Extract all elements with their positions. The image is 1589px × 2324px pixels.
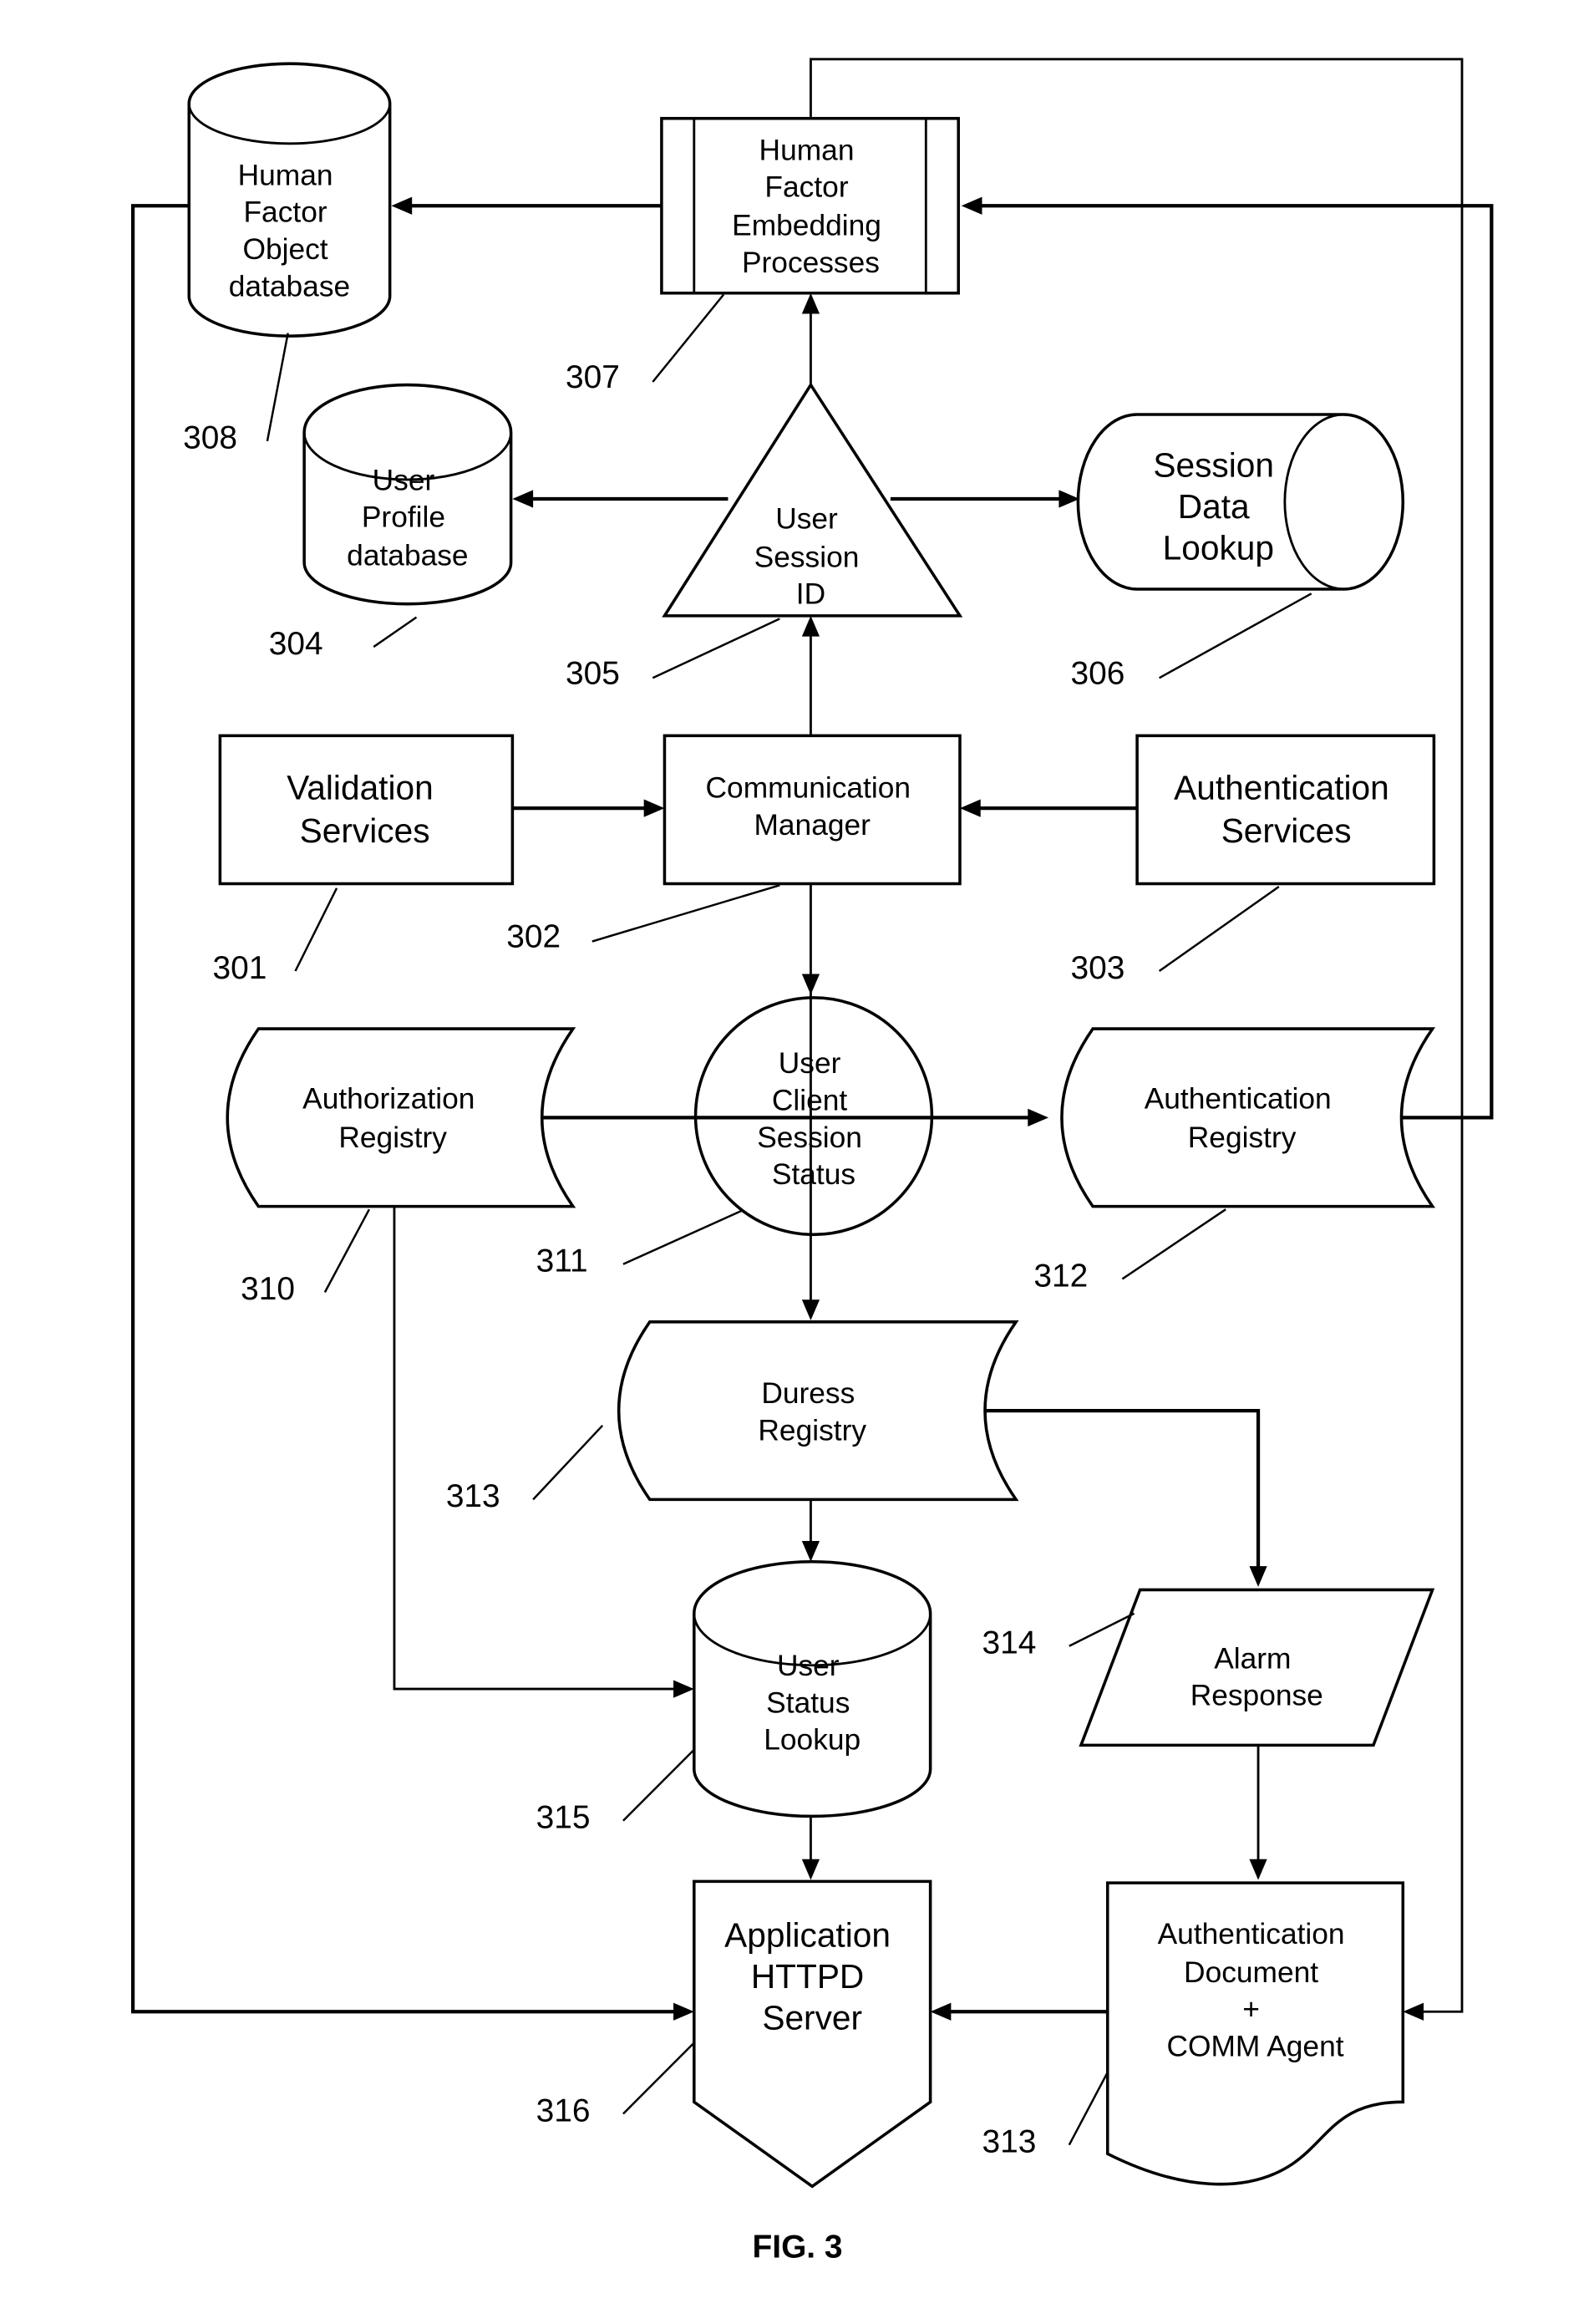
node-session-data-lookup[interactable]: Session Data Lookup — [1076, 413, 1404, 591]
label-line: Status — [766, 1686, 850, 1719]
label-line: Client — [772, 1084, 848, 1116]
label-line: Services — [300, 811, 430, 850]
node-duress-registry[interactable]: Duress Registry — [617, 1320, 1019, 1502]
label-line: COMM Agent — [1166, 2030, 1343, 2062]
label-line: Alarm — [1214, 1642, 1291, 1675]
process-box — [218, 734, 515, 886]
label-line: Processes — [742, 247, 880, 279]
label-line: Status — [772, 1158, 855, 1191]
patent-figure-3: Human Factor Object database Human Facto… — [0, 0, 1589, 2324]
stored-data-shape — [617, 1320, 1019, 1502]
ref-label: 308 — [183, 420, 237, 456]
ref-label: 313 — [446, 1478, 500, 1514]
label-line: Validation — [287, 768, 434, 806]
figure-caption: FIG. 3 — [753, 2229, 843, 2265]
node-human-factor-object-db[interactable]: Human Factor Object database — [187, 62, 392, 338]
label-line: User — [373, 464, 435, 496]
ref-label: 311 — [536, 1243, 588, 1279]
node-human-factor-embedding-processes[interactable]: Human Factor Embedding Processes — [660, 116, 960, 295]
ref-label: 303 — [1071, 950, 1125, 986]
label-line: Human — [238, 159, 333, 191]
label-line: Session — [757, 1121, 862, 1154]
label-line: Authentication — [1174, 768, 1389, 806]
ref-label: 306 — [1071, 655, 1125, 691]
label-line: User — [775, 502, 838, 535]
label-line: Embedding — [732, 210, 881, 242]
stored-data-shape — [226, 1027, 576, 1208]
label-line: User — [777, 1650, 840, 1682]
node-communication-manager[interactable]: Communication Manager — [663, 734, 962, 886]
node-label: User Status Lookup — [764, 1650, 860, 1757]
label-line: Services — [1221, 811, 1352, 850]
process-box — [1135, 734, 1436, 886]
node-user-profile-db[interactable]: User Profile database — [302, 383, 513, 606]
label-line: Response — [1190, 1680, 1323, 1712]
ref-label: 307 — [566, 359, 620, 395]
label-line: Factor — [764, 171, 848, 204]
label-line: Data — [1178, 487, 1250, 526]
label-line: database — [229, 270, 350, 303]
ref-label: 312 — [1033, 1258, 1088, 1294]
label-line: Communication — [706, 772, 911, 805]
label-line: User — [779, 1047, 841, 1080]
label-line: Authentication — [1158, 1918, 1345, 1950]
label-line: database — [347, 540, 468, 572]
ref-label: 314 — [982, 1625, 1036, 1661]
ref-label: 316 — [536, 2093, 591, 2128]
label-line: Document — [1184, 1956, 1318, 1989]
stored-data-shape — [1060, 1027, 1436, 1208]
label-line: Lookup — [764, 1724, 860, 1757]
label-line: Authorization — [302, 1083, 475, 1116]
label-line: Session — [754, 541, 860, 573]
ref-label: 305 — [566, 655, 620, 691]
label-line: + — [1242, 1993, 1260, 2026]
label-line: Registry — [1188, 1121, 1297, 1154]
node-validation-services[interactable]: Validation Services — [218, 734, 515, 886]
label-line: Human — [759, 134, 855, 166]
node-authentication-registry[interactable]: Authentication Registry — [1060, 1027, 1436, 1208]
ref-label: 304 — [269, 626, 323, 662]
ref-label: 310 — [241, 1271, 295, 1307]
node-authorization-registry[interactable]: Authorization Registry — [226, 1027, 576, 1208]
label-line: HTTPD — [751, 1957, 864, 1996]
ref-label: 301 — [213, 950, 267, 986]
ref-label: 313 — [982, 2123, 1036, 2159]
label-line: Object — [242, 233, 327, 266]
ref-label: 302 — [506, 919, 561, 955]
label-line: Profile — [362, 501, 445, 534]
label-line: Session — [1153, 445, 1274, 484]
label-line: Duress — [761, 1377, 855, 1410]
node-authentication-services[interactable]: Authentication Services — [1135, 734, 1436, 886]
label-line: Registry — [758, 1414, 866, 1447]
label-line: Lookup — [1163, 529, 1274, 567]
label-line: Authentication — [1145, 1083, 1332, 1116]
label-line: ID — [796, 578, 825, 611]
label-line: Manager — [754, 809, 871, 842]
label-line: Registry — [338, 1121, 447, 1154]
label-line: Server — [762, 1998, 862, 2037]
label-line: Factor — [243, 196, 327, 229]
ref-label: 315 — [536, 1800, 591, 1836]
label-line: Application — [724, 1915, 891, 1954]
node-user-status-lookup[interactable]: User Status Lookup — [693, 1560, 932, 1818]
